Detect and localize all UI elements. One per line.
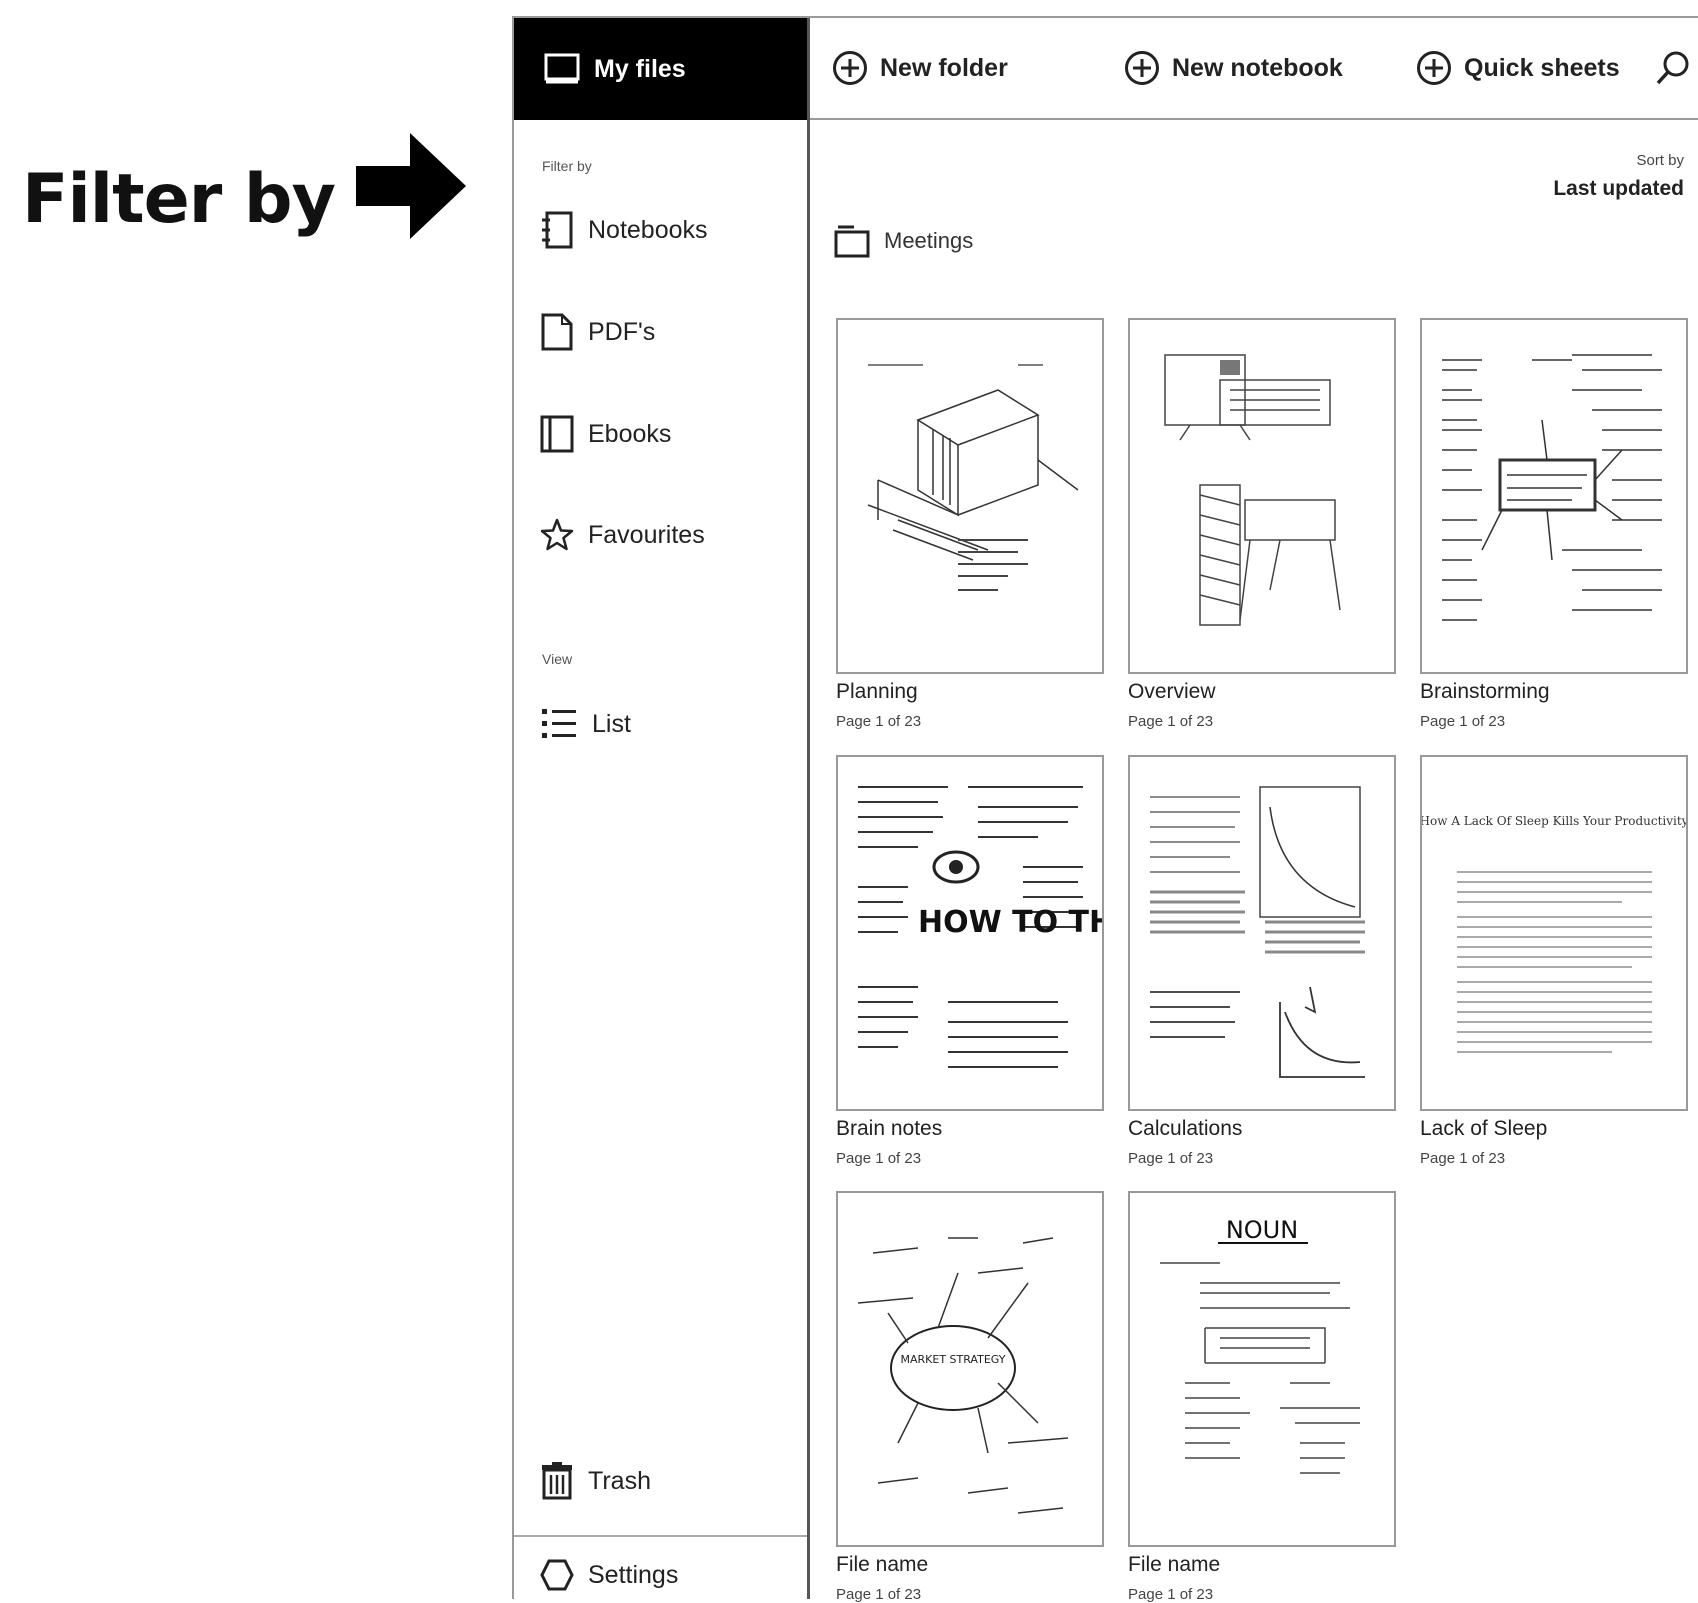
search-button[interactable]	[1654, 48, 1694, 88]
view-list-toggle[interactable]: List	[540, 706, 631, 742]
folder-meetings[interactable]: Meetings	[834, 224, 973, 258]
view-list-label: List	[592, 709, 631, 738]
file-title: Lack of Sleep	[1420, 1117, 1548, 1140]
new-folder-button[interactable]: New folder	[832, 50, 1008, 86]
file-card[interactable]: Overview Page 1 of 23	[1128, 318, 1396, 730]
settings-label: Settings	[588, 1560, 679, 1589]
file-card[interactable]: MARKET STRATEGY File name Page 1 of 23	[836, 1191, 1104, 1603]
file-thumbnail: How A Lack Of Sleep Kills Your Productiv…	[1420, 755, 1688, 1111]
file-page-count: Page 1 of 23	[836, 1586, 922, 1603]
trash-label: Trash	[588, 1466, 651, 1495]
file-title: Brainstorming	[1420, 680, 1550, 703]
filter-by-label: Filter by	[542, 158, 592, 174]
ebook-icon	[540, 415, 574, 453]
file-card[interactable]: How A Lack Of Sleep Kills Your Productiv…	[1420, 755, 1688, 1167]
file-page-count: Page 1 of 23	[1128, 1150, 1214, 1167]
sort-by-value: Last updated	[1553, 177, 1684, 200]
sort-by-control[interactable]: Sort by Last updated	[1553, 152, 1684, 201]
trash-button[interactable]: Trash	[540, 1462, 651, 1500]
file-title: File name	[836, 1553, 929, 1576]
file-title: Brain notes	[836, 1117, 943, 1140]
file-page-count: Page 1 of 23	[1128, 713, 1214, 730]
plus-circle-icon	[1124, 50, 1160, 86]
trash-icon	[540, 1462, 574, 1500]
my-files-button[interactable]: My files	[514, 18, 807, 120]
filter-favourites-label: Favourites	[588, 520, 705, 549]
file-title: Calculations	[1128, 1117, 1243, 1140]
file-thumbnail	[1128, 755, 1396, 1111]
filter-ebooks-label: Ebooks	[588, 419, 672, 448]
plus-circle-icon	[832, 50, 868, 86]
notebook-icon	[540, 211, 574, 249]
new-folder-label: New folder	[880, 53, 1008, 82]
filter-favourites[interactable]: Favourites	[540, 518, 705, 552]
folder-name: Meetings	[884, 228, 974, 253]
my-files-label: My files	[594, 54, 686, 83]
thumb-title-text: HOW TO THINK BETTER	[918, 905, 1102, 940]
thumb-title-text: How A Lack Of Sleep Kills Your Productiv…	[1422, 814, 1686, 828]
device-screen: My files Filter by Notebooks PDF's Ebook…	[512, 16, 1698, 1603]
thumb-title-text: MARKET STRATEGY	[901, 1353, 1006, 1366]
file-thumbnail: HOW TO THINK BETTER	[836, 755, 1104, 1111]
file-card[interactable]: NOUN File name Page 1 of 23	[1128, 1191, 1396, 1603]
list-icon	[540, 706, 578, 742]
file-title: Planning	[836, 680, 918, 703]
sort-by-label: Sort by	[1636, 152, 1684, 169]
pdf-icon	[540, 313, 574, 351]
file-page-count: Page 1 of 23	[1128, 1586, 1214, 1603]
view-label: View	[542, 651, 573, 667]
filter-pdfs-label: PDF's	[588, 317, 656, 346]
settings-button[interactable]: Settings	[540, 1558, 678, 1592]
file-card[interactable]: Brainstorming Page 1 of 23	[1420, 318, 1688, 730]
file-page-count: Page 1 of 23	[836, 713, 922, 730]
file-thumbnail	[1420, 318, 1688, 674]
filter-ebooks[interactable]: Ebooks	[540, 415, 671, 453]
file-title: File name	[1128, 1553, 1221, 1576]
file-page-count: Page 1 of 23	[1420, 1150, 1506, 1167]
file-page-count: Page 1 of 23	[1420, 713, 1506, 730]
new-notebook-label: New notebook	[1172, 53, 1343, 82]
quick-sheets-button[interactable]: Quick sheets	[1416, 50, 1620, 86]
quick-sheets-label: Quick sheets	[1464, 53, 1620, 82]
filter-notebooks[interactable]: Notebooks	[540, 211, 708, 249]
folder-icon	[834, 224, 870, 258]
filter-pdfs[interactable]: PDF's	[540, 313, 655, 351]
file-card[interactable]: Planning Page 1 of 23	[836, 318, 1104, 730]
new-notebook-button[interactable]: New notebook	[1124, 50, 1343, 86]
file-card[interactable]: HOW TO THINK BETTER Brain notes Page 1 o…	[836, 755, 1104, 1167]
file-card[interactable]: Calculations Page 1 of 23	[1128, 755, 1396, 1167]
file-thumbnail: MARKET STRATEGY	[836, 1191, 1104, 1547]
file-thumbnail: NOUN	[1128, 1191, 1396, 1547]
file-title: Overview	[1128, 680, 1216, 703]
search-icon	[1654, 48, 1694, 88]
sidebar-divider	[514, 1535, 807, 1537]
sidebar: My files Filter by Notebooks PDF's Ebook…	[514, 18, 810, 1599]
file-page-count: Page 1 of 23	[836, 1150, 922, 1167]
plus-circle-icon	[1416, 50, 1452, 86]
gear-icon	[540, 1558, 574, 1592]
toolbar: New folder New notebook Quick sheets	[810, 18, 1698, 120]
star-icon	[540, 518, 574, 552]
file-thumbnail	[1128, 318, 1396, 674]
filter-notebooks-label: Notebooks	[588, 215, 708, 244]
tablet-icon	[544, 53, 580, 85]
thumb-title-text: NOUN	[1226, 1216, 1298, 1244]
arrow-right-icon	[356, 133, 466, 239]
file-thumbnail	[836, 318, 1104, 674]
callout-label: Filter by	[22, 160, 336, 239]
